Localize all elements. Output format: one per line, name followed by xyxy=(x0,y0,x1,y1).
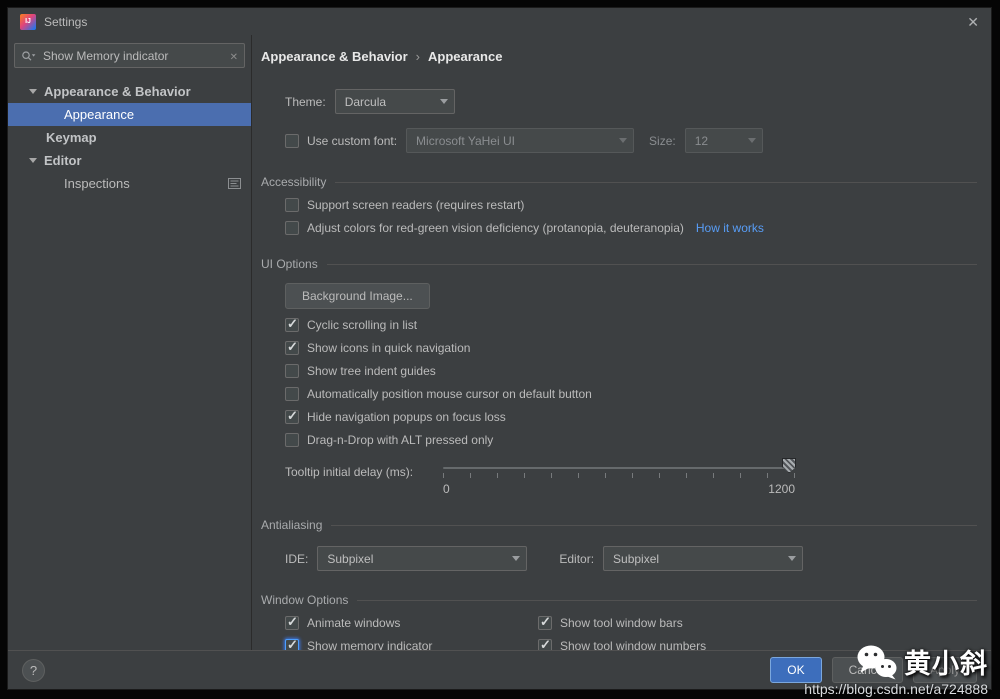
help-button[interactable]: ? xyxy=(22,658,45,682)
section-window-options: Window Options xyxy=(261,593,977,607)
ok-button[interactable]: OK xyxy=(770,657,822,683)
chevron-down-icon xyxy=(506,547,526,570)
settings-dialog: IJ Settings ✕ Ap xyxy=(7,7,992,690)
theme-label: Theme: xyxy=(285,94,326,109)
tooltip-delay-label: Tooltip initial delay (ms): xyxy=(285,465,414,479)
checkbox-box[interactable] xyxy=(285,198,299,212)
how-it-works-link[interactable]: How it works xyxy=(696,221,764,235)
search-input[interactable] xyxy=(41,47,225,64)
sidebar-item-editor[interactable]: Editor xyxy=(8,149,251,172)
search-field[interactable] xyxy=(14,43,245,68)
checkbox-box[interactable] xyxy=(285,387,299,401)
settings-tree: Appearance & Behavior Appearance Keymap … xyxy=(8,80,251,195)
checkbox-box[interactable] xyxy=(538,637,552,650)
titlebar: IJ Settings ✕ xyxy=(8,8,991,35)
search-icon[interactable] xyxy=(21,50,36,62)
slider-thumb[interactable] xyxy=(782,458,796,473)
ide-antialiasing-select[interactable]: Subpixel xyxy=(317,546,528,571)
editor-antialiasing-label: Editor: xyxy=(559,551,595,566)
editor-antialiasing-select[interactable]: Subpixel xyxy=(603,546,804,571)
hide-navigation-popups-checkbox[interactable]: Hide navigation popups on focus loss xyxy=(285,408,977,424)
sidebar-item-appearance[interactable]: Appearance xyxy=(8,103,251,126)
section-antialiasing: Antialiasing xyxy=(261,518,977,532)
cyclic-scrolling-checkbox[interactable]: Cyclic scrolling in list xyxy=(285,316,977,332)
mouse-cursor-default-button-checkbox[interactable]: Automatically position mouse cursor on d… xyxy=(285,387,977,401)
checkbox-box[interactable] xyxy=(285,316,299,332)
checkbox-box[interactable] xyxy=(285,614,299,630)
screen-readers-checkbox[interactable]: Support screen readers (requires restart… xyxy=(285,198,977,212)
checkbox-box[interactable] xyxy=(285,339,299,355)
desktop: IJ Settings ✕ Ap xyxy=(0,0,1000,699)
section-divider xyxy=(335,181,977,183)
sidebar-item-appearance-behavior[interactable]: Appearance & Behavior xyxy=(8,80,251,103)
chevron-down-icon[interactable] xyxy=(29,158,37,163)
checkbox-box[interactable] xyxy=(285,637,299,650)
theme-select[interactable]: Darcula xyxy=(334,89,455,114)
settings-sidebar: Appearance & Behavior Appearance Keymap … xyxy=(8,35,252,650)
checkbox-box[interactable] xyxy=(285,221,299,235)
checkbox-box[interactable] xyxy=(285,408,299,424)
breadcrumb-current: Appearance xyxy=(428,49,503,64)
slider-ticks xyxy=(443,473,795,478)
sidebar-item-inspections[interactable]: Inspections xyxy=(8,172,251,195)
intellij-logo-icon: IJ xyxy=(20,13,36,30)
tree-indent-guides-checkbox[interactable]: Show tree indent guides xyxy=(285,364,977,378)
show-tool-window-bars-checkbox[interactable]: Show tool window bars xyxy=(538,614,977,630)
section-accessibility: Accessibility xyxy=(261,175,977,189)
cancel-button[interactable]: Cancel xyxy=(831,657,903,683)
clear-search-icon[interactable] xyxy=(230,47,238,65)
close-icon[interactable]: ✕ xyxy=(967,15,979,29)
checkbox-box[interactable] xyxy=(285,364,299,378)
checkbox-box[interactable] xyxy=(285,433,299,447)
tooltip-delay-slider[interactable]: 0 1200 xyxy=(443,458,796,496)
show-memory-indicator-checkbox[interactable]: Show memory indicator xyxy=(285,637,538,650)
animate-windows-checkbox[interactable]: Animate windows xyxy=(285,614,538,630)
drag-n-drop-alt-checkbox[interactable]: Drag-n-Drop with ALT pressed only xyxy=(285,433,977,447)
show-tool-window-numbers-checkbox[interactable]: Show tool window numbers xyxy=(538,637,977,650)
breadcrumb-separator: › xyxy=(415,49,421,64)
section-divider xyxy=(331,524,977,526)
checkbox-box[interactable] xyxy=(538,614,552,630)
inspections-badge-icon xyxy=(228,178,241,189)
dialog-footer: ? OK Cancel Apply xyxy=(8,650,991,689)
chevron-down-icon xyxy=(742,129,762,152)
chevron-down-icon xyxy=(613,129,633,152)
settings-content: Appearance & Behavior › Appearance Theme… xyxy=(252,35,991,650)
sidebar-item-keymap[interactable]: Keymap xyxy=(8,126,251,149)
quick-navigation-icons-checkbox[interactable]: Show icons in quick navigation xyxy=(285,339,977,355)
chevron-down-icon xyxy=(434,90,454,113)
font-size-select[interactable]: 12 xyxy=(684,128,763,153)
breadcrumb: Appearance & Behavior › Appearance xyxy=(261,49,977,64)
chevron-down-icon[interactable] xyxy=(29,89,37,94)
slider-min-label: 0 xyxy=(443,482,450,496)
section-ui-options: UI Options xyxy=(261,257,977,271)
section-divider xyxy=(357,599,977,601)
section-divider xyxy=(326,263,977,265)
apply-button[interactable]: Apply xyxy=(912,657,977,683)
font-size-label: Size: xyxy=(649,133,676,148)
custom-font-select[interactable]: Microsoft YaHei UI xyxy=(406,128,635,153)
use-custom-font-checkbox[interactable]: Use custom font: xyxy=(285,133,397,148)
chevron-down-icon xyxy=(782,547,802,570)
window-title: Settings xyxy=(44,14,88,29)
color-deficiency-checkbox[interactable]: Adjust colors for red-green vision defic… xyxy=(285,221,977,235)
breadcrumb-root[interactable]: Appearance & Behavior xyxy=(261,49,408,64)
slider-max-label: 1200 xyxy=(768,482,795,496)
ide-antialiasing-label: IDE: xyxy=(285,551,309,566)
slider-track[interactable] xyxy=(443,467,795,469)
background-image-button[interactable]: Background Image... xyxy=(285,283,430,309)
checkbox-box[interactable] xyxy=(285,133,299,148)
